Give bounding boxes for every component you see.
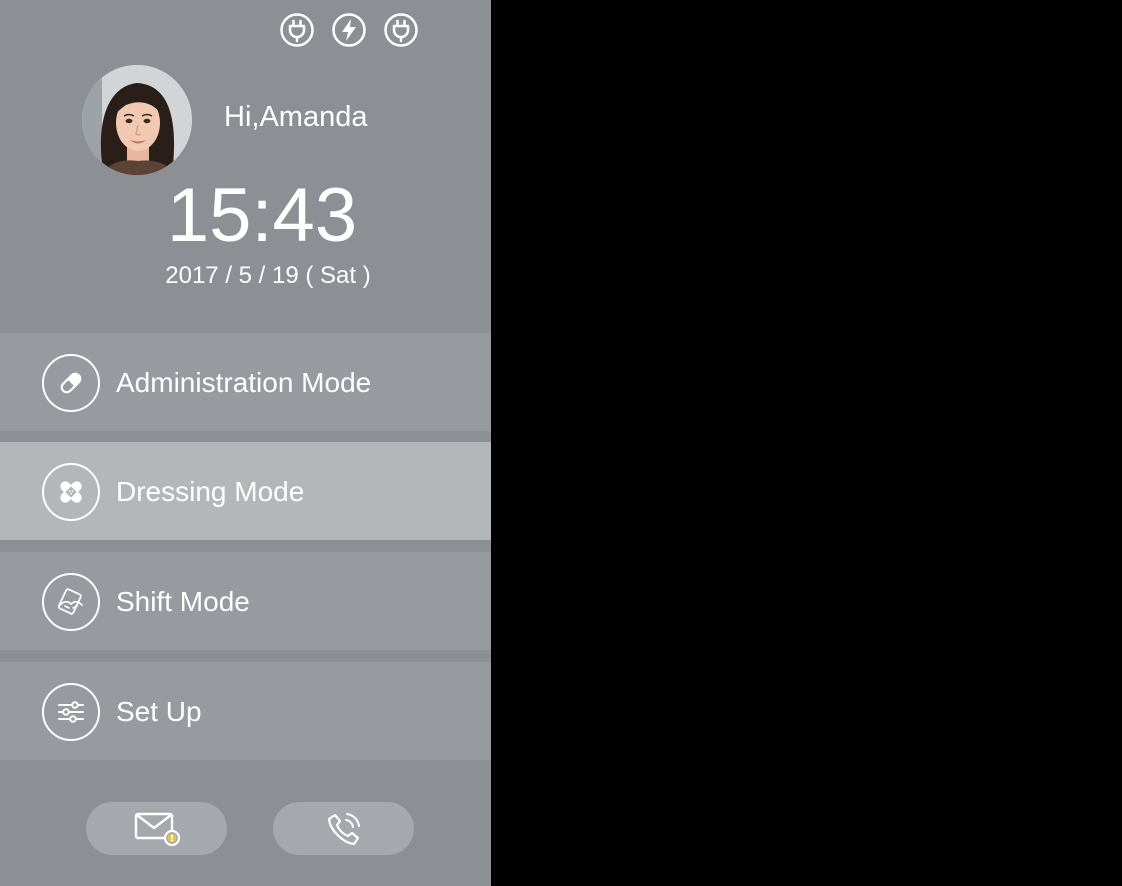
- user-avatar-icon: [82, 65, 192, 175]
- blank-screen-area: [491, 0, 1122, 886]
- mail-button[interactable]: [86, 802, 227, 855]
- menu-item-label: Shift Mode: [116, 586, 250, 617]
- lightning-icon: [332, 13, 366, 47]
- bandage-icon: [42, 463, 100, 521]
- phone-call-icon: [327, 812, 360, 845]
- plug-icon: [384, 13, 418, 47]
- menu-item-set-up[interactable]: Set Up: [0, 662, 491, 760]
- pill-icon: [42, 354, 100, 412]
- status-bar: [279, 12, 419, 48]
- handover-icon: [42, 573, 100, 631]
- menu-item-dressing-mode[interactable]: Dressing Mode: [0, 442, 491, 540]
- menu-item-administration-mode[interactable]: Administration Mode: [0, 333, 491, 431]
- call-button[interactable]: [273, 802, 414, 855]
- sliders-icon: [42, 683, 100, 741]
- menu-item-label: Dressing Mode: [116, 476, 305, 507]
- avatar[interactable]: [82, 65, 192, 175]
- menu-item-shift-mode[interactable]: Shift Mode: [0, 552, 491, 650]
- mail-alert-icon: [134, 812, 180, 846]
- greeting-text: Hi,Amanda: [224, 101, 368, 133]
- plug-icon: [280, 13, 314, 47]
- clock-date: 2017 / 5 / 19 ( Sat ): [165, 262, 371, 289]
- side-panel: Hi,Amanda 15:43 2017 / 5 / 19 ( Sat ) Ad…: [0, 0, 491, 886]
- clock-time: 15:43: [166, 173, 358, 258]
- menu-item-label: Set Up: [116, 696, 202, 727]
- menu-item-label: Administration Mode: [116, 367, 372, 398]
